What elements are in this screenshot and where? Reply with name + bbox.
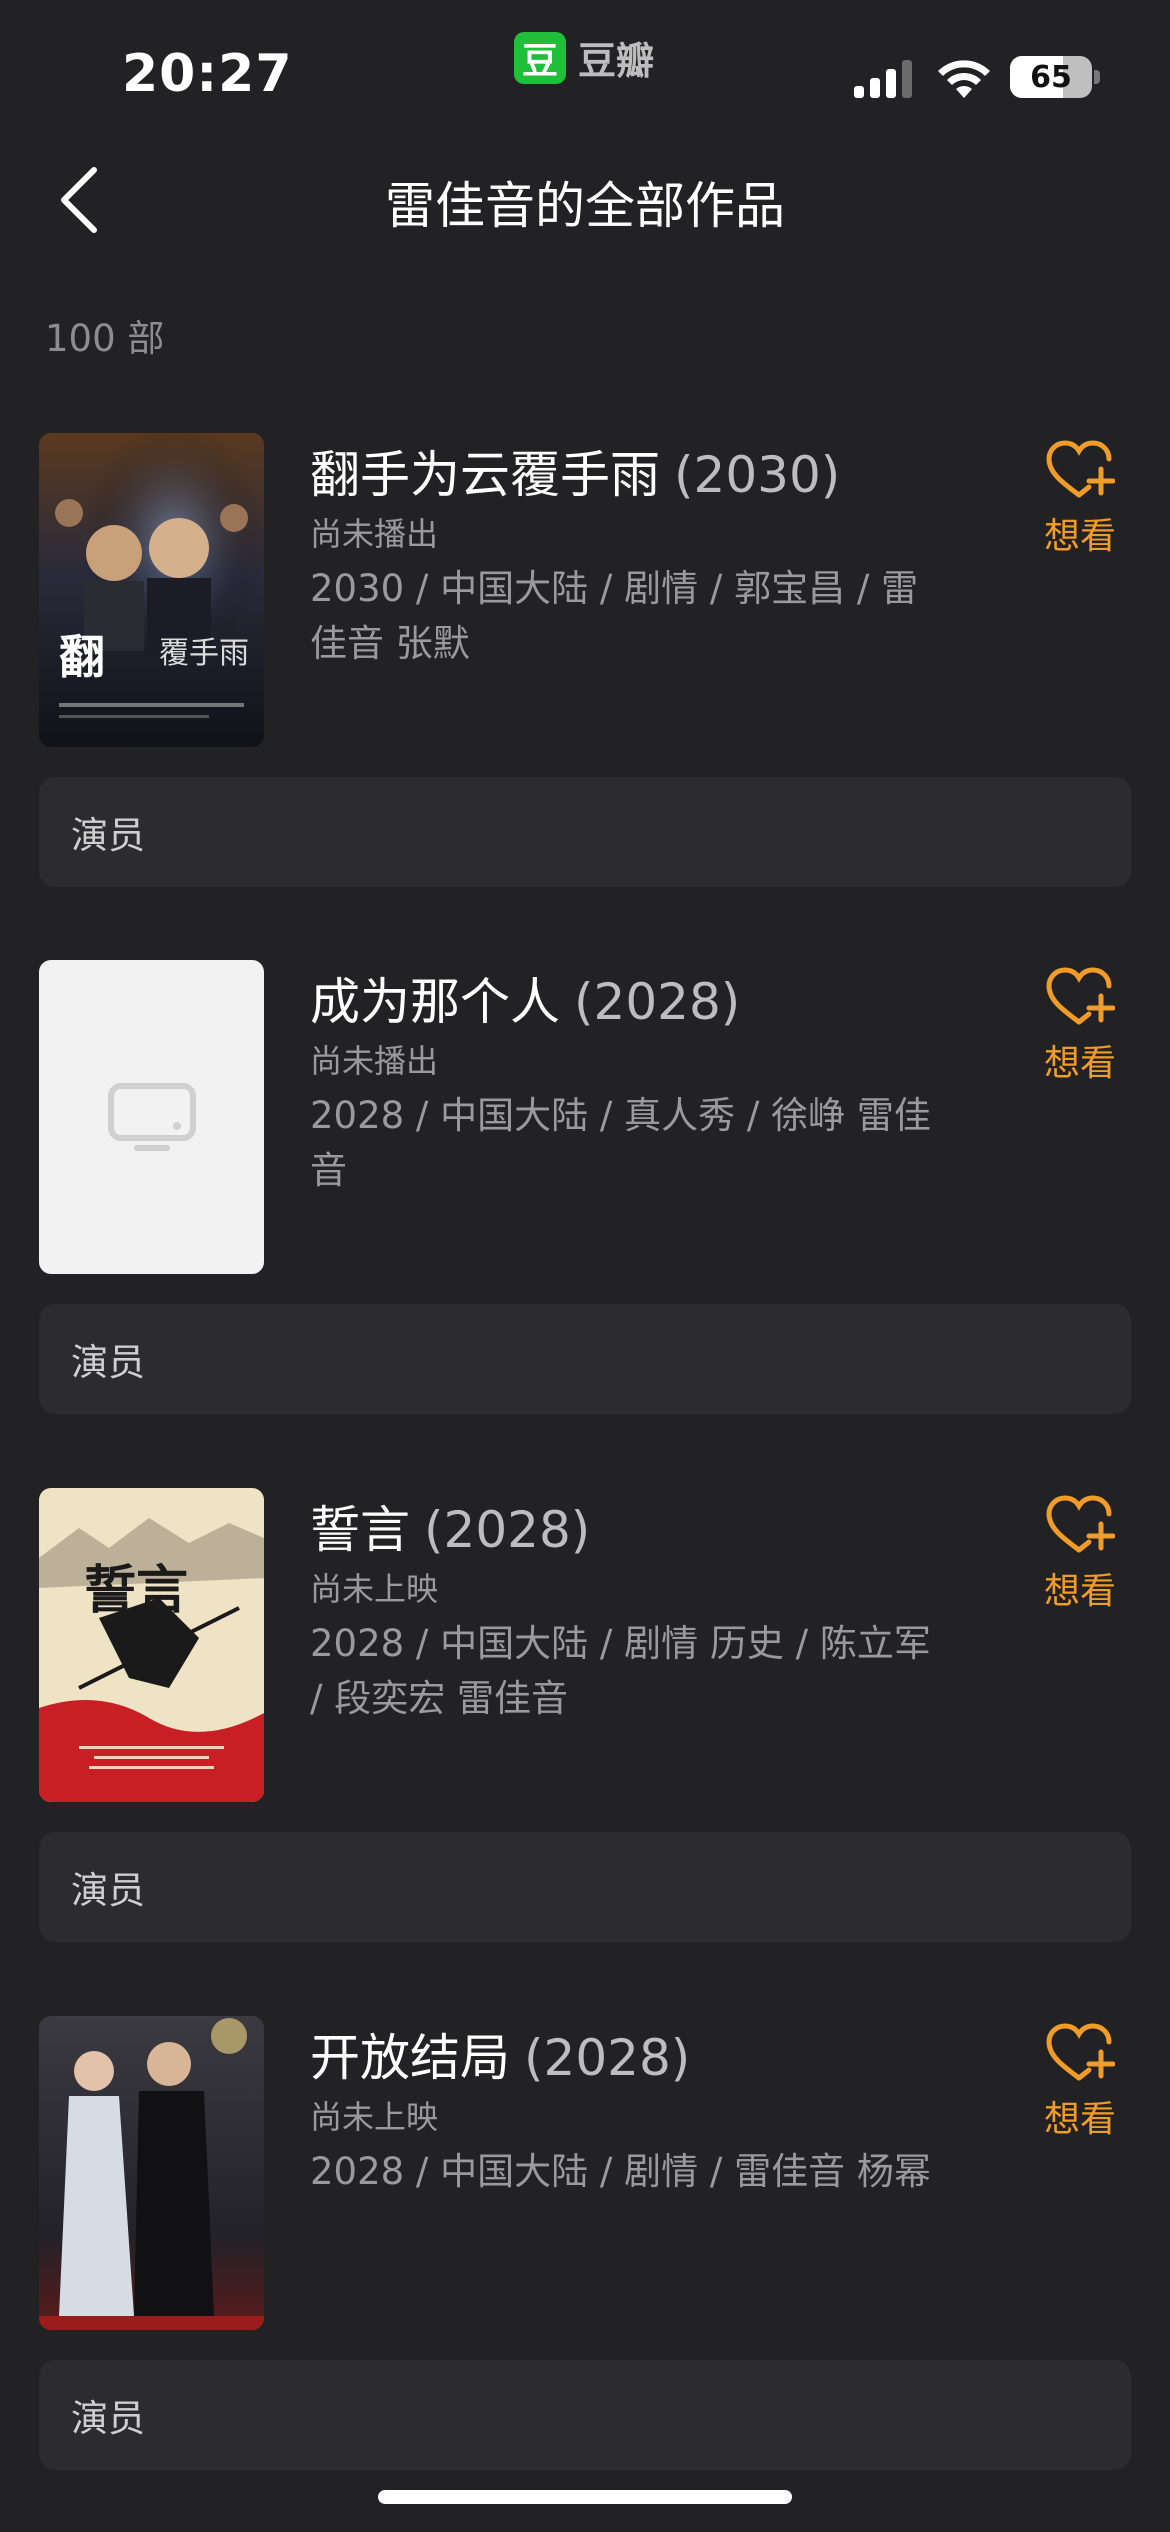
app-badge: 豆 豆瓣: [514, 30, 654, 85]
work-title[interactable]: 开放结局 (2028): [310, 2018, 690, 2090]
page-title: 雷佳音的全部作品: [385, 177, 785, 235]
work-title-text: 开放结局: [310, 2029, 510, 2087]
heart-plus-icon: [1046, 440, 1115, 498]
status-time: 20:27: [122, 44, 293, 104]
douban-logo-icon: 豆: [514, 31, 566, 84]
work-title-text: 翻手为云覆手雨: [310, 446, 660, 504]
heart-plus-icon: [1046, 1495, 1115, 1553]
work-title-text: 誓言: [310, 1501, 410, 1559]
role-label: 演员: [71, 1341, 145, 1384]
battery-tip: [1094, 70, 1100, 84]
want-to-watch-button[interactable]: 想看: [1030, 1494, 1130, 1614]
role-bar: 演员: [39, 1832, 1131, 1942]
want-to-watch-button[interactable]: 想看: [1030, 439, 1130, 559]
role-bar: 演员: [39, 1304, 1131, 1414]
role-bar: 演员: [39, 777, 1131, 887]
svg-text:覆手雨: 覆手雨: [159, 636, 249, 671]
role-label: 演员: [71, 2397, 145, 2440]
heart-plus-icon: [1046, 2023, 1115, 2081]
work-year: (2028): [424, 1501, 591, 1559]
release-status: 尚未上映: [310, 2098, 439, 2136]
work-title[interactable]: 成为那个人 (2028): [310, 962, 740, 1034]
battery-percent: 65: [1030, 59, 1072, 95]
tv-placeholder-icon: [107, 1083, 196, 1151]
work-meta: 2030 / 中国大陆 / 剧情 / 郭宝昌 / 雷佳音 张默: [310, 567, 919, 665]
battery-icon: 65: [1010, 56, 1092, 98]
works-count: 100 部: [45, 317, 165, 360]
work-year: (2028): [524, 2029, 691, 2087]
home-indicator[interactable]: [378, 2490, 792, 2504]
work-item[interactable]: 成为那个人 (2028) 尚未播出 2028 / 中国大陆 / 真人秀 / 徐峥 …: [0, 960, 1170, 1460]
poster-image[interactable]: [39, 2016, 264, 2330]
want-to-watch-label: 想看: [1043, 2099, 1116, 2140]
status-bar: 20:27 豆 豆瓣 65: [0, 0, 1170, 140]
want-to-watch-label: 想看: [1043, 1571, 1116, 1612]
work-title[interactable]: 翻手为云覆手雨 (2030): [310, 435, 840, 507]
want-to-watch-label: 想看: [1043, 516, 1116, 557]
role-bar: 演员: [39, 2360, 1131, 2470]
poster-image[interactable]: 誓言: [39, 1488, 264, 1802]
work-meta: 2028 / 中国大陆 / 剧情 / 雷佳音 杨幂: [310, 2150, 931, 2193]
role-label: 演员: [71, 1869, 145, 1912]
release-status: 尚未播出: [310, 1042, 439, 1080]
poster-image[interactable]: 翻 覆手雨: [39, 433, 264, 747]
work-year: (2030): [674, 446, 841, 504]
work-year: (2028): [574, 973, 741, 1031]
work-item[interactable]: 开放结局 (2028) 尚未上映 2028 / 中国大陆 / 剧情 / 雷佳音 杨…: [0, 2016, 1170, 2516]
release-status: 尚未播出: [310, 515, 439, 553]
poster-placeholder[interactable]: [39, 960, 264, 1274]
want-to-watch-button[interactable]: 想看: [1030, 2022, 1130, 2142]
role-label: 演员: [71, 814, 145, 857]
cellular-signal-icon: [854, 60, 912, 98]
want-to-watch-label: 想看: [1043, 1043, 1116, 1084]
release-status: 尚未上映: [310, 1570, 439, 1608]
work-title[interactable]: 誓言 (2028): [310, 1490, 590, 1562]
work-item[interactable]: 翻 覆手雨 翻手为云覆手雨 (2030) 尚未播出 2030 / 中国大陆 / 剧…: [0, 433, 1170, 933]
wifi-icon: [938, 60, 990, 98]
app-name: 豆瓣: [578, 39, 655, 83]
svg-text:翻: 翻: [59, 630, 105, 684]
want-to-watch-button[interactable]: 想看: [1030, 966, 1130, 1086]
work-meta: 2028 / 中国大陆 / 真人秀 / 徐峥 雷佳音: [310, 1094, 931, 1192]
work-title-text: 成为那个人: [310, 973, 560, 1031]
work-item[interactable]: 誓言 誓言 (2028) 尚未上映 2028 / 中国大陆 / 剧情 历史 / 陈…: [0, 1488, 1170, 1988]
heart-plus-icon: [1046, 967, 1115, 1025]
work-meta: 2028 / 中国大陆 / 剧情 历史 / 陈立军 / 段奕宏 雷佳音: [310, 1622, 931, 1720]
